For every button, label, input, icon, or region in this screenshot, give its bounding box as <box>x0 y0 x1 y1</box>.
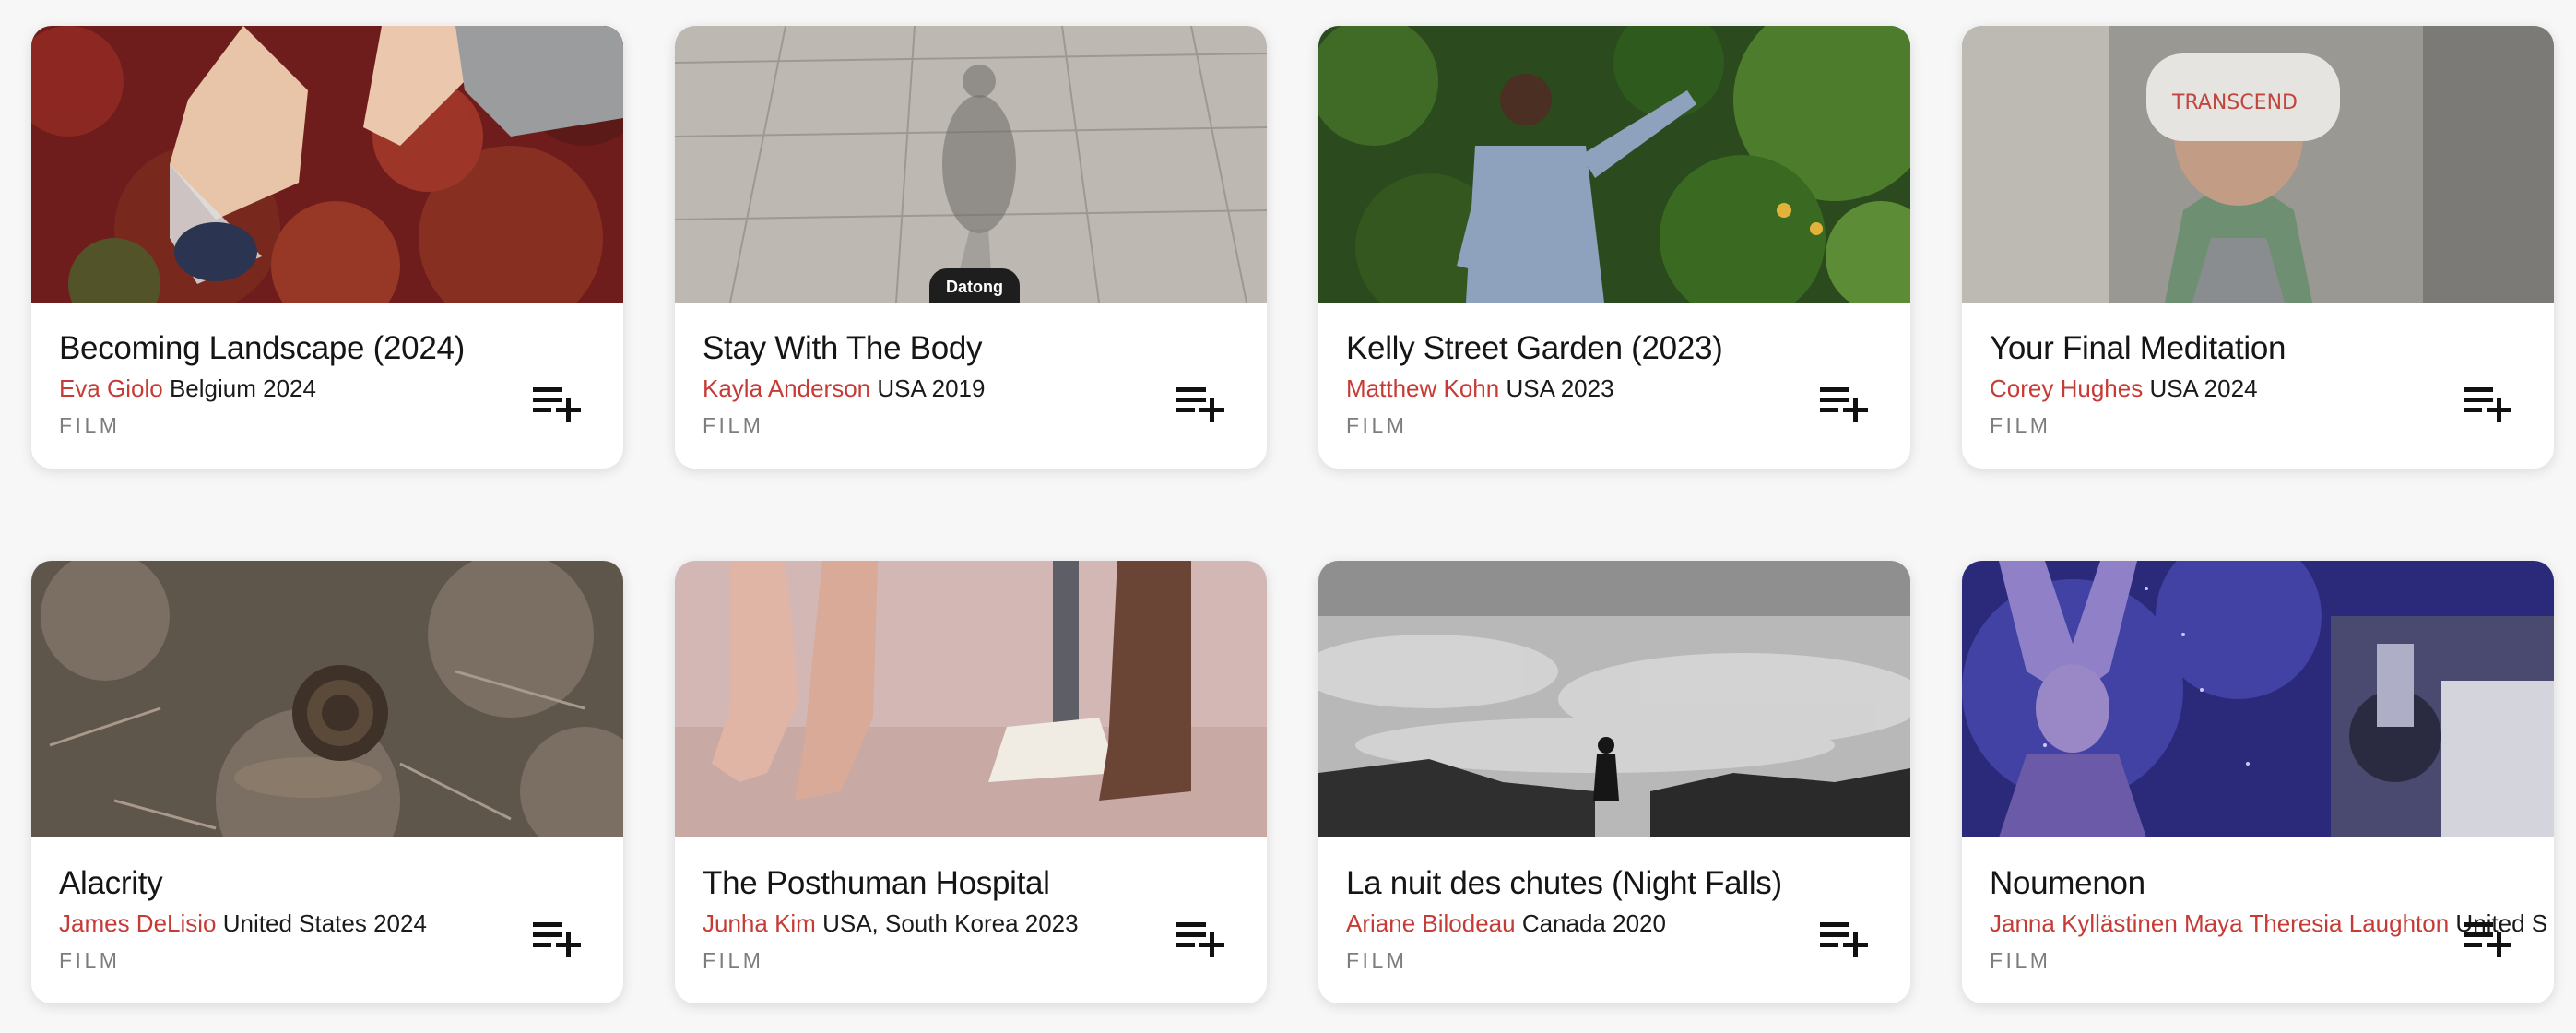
film-card[interactable]: Datong Stay With The Body Kayla Anderson… <box>675 26 1267 469</box>
film-info: Noumenon Janna Kyllästinen Maya Theresia… <box>1962 837 2554 1003</box>
country-year: United States 2024 <box>222 909 427 937</box>
country-year: Canada 2020 <box>1521 909 1666 937</box>
film-title[interactable]: Your Final Meditation <box>1990 328 2526 369</box>
film-title[interactable]: La nuit des chutes (Night Falls) <box>1346 863 1883 904</box>
film-thumbnail[interactable] <box>31 561 623 837</box>
film-info: Alacrity James DeLisio United States 202… <box>31 837 623 1003</box>
film-thumbnail[interactable] <box>1962 561 2554 837</box>
film-title[interactable]: Becoming Landscape (2024) <box>59 328 596 369</box>
film-title[interactable]: Stay With The Body <box>703 328 1239 369</box>
film-title[interactable]: The Posthuman Hospital <box>703 863 1239 904</box>
playlist-add-icon[interactable] <box>1820 386 1868 422</box>
playlist-add-icon[interactable] <box>1176 920 1224 957</box>
film-card[interactable]: Alacrity James DeLisio United States 202… <box>31 561 623 1003</box>
director-link[interactable]: Ariane Bilodeau <box>1346 909 1516 937</box>
film-info: Stay With The Body Kayla Anderson USA 20… <box>675 303 1267 469</box>
playlist-add-icon[interactable] <box>533 920 581 957</box>
film-card[interactable]: Noumenon Janna Kyllästinen Maya Theresia… <box>1962 561 2554 1003</box>
category-label: FILM <box>703 948 764 972</box>
director-link[interactable]: Matthew Kohn <box>1346 374 1499 402</box>
film-thumbnail[interactable]: TRANSCEND <box>1962 26 2554 303</box>
country-year: USA 2019 <box>877 374 986 402</box>
film-card[interactable]: La nuit des chutes (Night Falls) Ariane … <box>1318 561 1910 1003</box>
location-badge: Datong <box>929 268 1020 303</box>
film-card[interactable]: The Posthuman Hospital Junha Kim USA, So… <box>675 561 1267 1003</box>
film-info: Your Final Meditation Corey Hughes USA 2… <box>1962 303 2554 469</box>
film-thumbnail[interactable] <box>1318 26 1910 303</box>
director-link[interactable]: James DeLisio <box>59 909 217 937</box>
director-link[interactable]: Junha Kim <box>703 909 816 937</box>
playlist-add-icon[interactable] <box>2464 386 2511 422</box>
film-grid: Becoming Landscape (2024) Eva Giolo Belg… <box>31 26 2554 1003</box>
film-info: Kelly Street Garden (2023) Matthew Kohn … <box>1318 303 1910 469</box>
film-info: La nuit des chutes (Night Falls) Ariane … <box>1318 837 1910 1003</box>
playlist-add-icon[interactable] <box>533 386 581 422</box>
category-label: FILM <box>59 948 121 972</box>
film-card[interactable]: Kelly Street Garden (2023) Matthew Kohn … <box>1318 26 1910 469</box>
film-info: Becoming Landscape (2024) Eva Giolo Belg… <box>31 303 623 469</box>
category-label: FILM <box>1346 948 1408 972</box>
film-card[interactable]: Becoming Landscape (2024) Eva Giolo Belg… <box>31 26 623 469</box>
country-year: USA 2023 <box>1506 374 1614 402</box>
headset-text: TRANSCEND <box>2171 91 2298 114</box>
director-link[interactable]: Kayla Anderson <box>703 374 870 402</box>
film-title[interactable]: Alacrity <box>59 863 596 904</box>
film-thumbnail[interactable] <box>31 26 623 303</box>
country-year: USA 2024 <box>2149 374 2258 402</box>
category-label: FILM <box>1346 413 1408 437</box>
director-link[interactable]: Corey Hughes <box>1990 374 2143 402</box>
director-link[interactable]: Janna Kyllästinen Maya Theresia Laughton <box>1990 909 2449 937</box>
category-label: FILM <box>703 413 764 437</box>
country-year: USA, South Korea 2023 <box>822 909 1079 937</box>
film-title[interactable]: Noumenon <box>1990 863 2526 904</box>
film-thumbnail[interactable] <box>675 561 1267 837</box>
director-link[interactable]: Eva Giolo <box>59 374 163 402</box>
film-thumbnail[interactable] <box>1318 561 1910 837</box>
country-year: Belgium 2024 <box>169 374 316 402</box>
playlist-add-icon[interactable] <box>1820 920 1868 957</box>
film-info: The Posthuman Hospital Junha Kim USA, So… <box>675 837 1267 1003</box>
film-thumbnail[interactable]: Datong <box>675 26 1267 303</box>
category-label: FILM <box>1990 413 2051 437</box>
category-label: FILM <box>59 413 121 437</box>
film-card[interactable]: TRANSCEND Your Final Meditation Corey Hu… <box>1962 26 2554 469</box>
category-label: FILM <box>1990 948 2051 972</box>
playlist-add-icon[interactable] <box>1176 386 1224 422</box>
film-title[interactable]: Kelly Street Garden (2023) <box>1346 328 1883 369</box>
playlist-add-icon[interactable] <box>2464 920 2511 957</box>
